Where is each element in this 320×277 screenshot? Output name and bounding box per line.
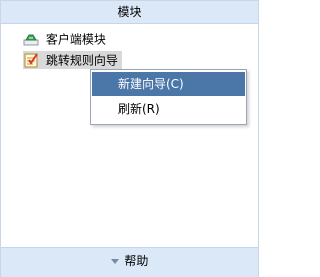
tree-item-label: 跳转规则向导: [45, 53, 118, 68]
panel-header[interactable]: 模块: [1, 1, 258, 24]
expand-triangle-icon: [110, 259, 119, 264]
help-label: 帮助: [124, 254, 149, 268]
menu-item-new-wizard[interactable]: 新建向导(C): [92, 72, 245, 96]
module-panel: 模块 客户端模块 跳转规则向导 新建向导(C) 刷新(R) 帮助: [0, 0, 259, 277]
menu-item-refresh[interactable]: 刷新(R): [92, 97, 245, 121]
panel-title: 模块: [117, 5, 142, 19]
help-bar[interactable]: 帮助: [1, 247, 258, 277]
tree-item-label: 客户端模块: [45, 32, 106, 47]
wizard-checklist-icon: [23, 52, 39, 68]
tree-item-client-module[interactable]: 客户端模块: [23, 30, 110, 48]
tree-item-jump-rule-wizard[interactable]: 跳转规则向导: [23, 51, 122, 69]
context-menu: 新建向导(C) 刷新(R): [90, 69, 247, 125]
client-module-icon: [23, 31, 39, 47]
